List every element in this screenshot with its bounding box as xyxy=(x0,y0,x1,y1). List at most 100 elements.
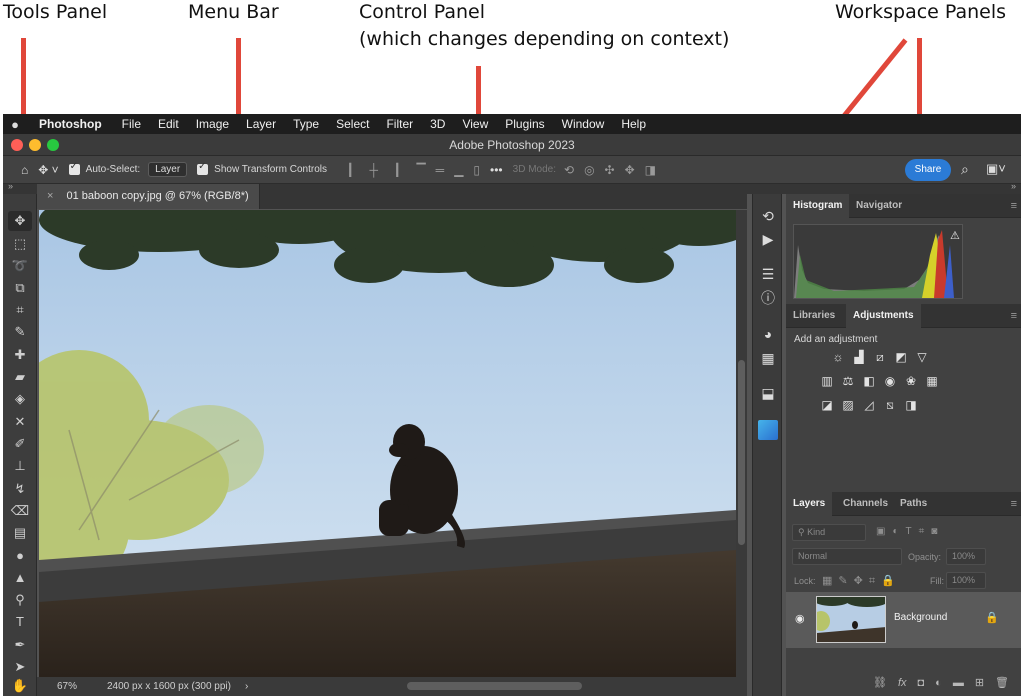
actions-panel-icon[interactable]: ▶ xyxy=(758,229,778,249)
exposure-icon[interactable]: ◩ xyxy=(893,350,909,364)
home-icon[interactable]: ⌂ xyxy=(21,163,28,177)
type-tool-icon[interactable]: T xyxy=(8,612,32,632)
channel-mixer-icon[interactable]: ❀ xyxy=(903,374,919,388)
gradient-tool-icon[interactable]: ▤ xyxy=(8,523,32,543)
menu-layer[interactable]: Layer xyxy=(246,114,276,134)
tab-layers[interactable]: Layers xyxy=(786,492,833,516)
character-panel-icon[interactable]: ⬓ xyxy=(758,383,778,403)
more-options-icon[interactable]: ••• xyxy=(490,163,503,177)
properties-panel-icon[interactable]: ☰ xyxy=(758,264,778,284)
workspace-switcher-icon[interactable]: ▣˅ xyxy=(986,161,1006,177)
menu-file[interactable]: File xyxy=(122,114,141,134)
3d-roll-icon[interactable]: ◎ xyxy=(584,163,594,177)
patch-tool-icon[interactable]: ◈ xyxy=(8,389,32,409)
swatches-panel-icon[interactable]: ▦ xyxy=(758,348,778,368)
spot-healing-tool-icon[interactable]: ✚ xyxy=(8,345,32,365)
fx-icon[interactable]: fx xyxy=(898,677,907,689)
expand-panels-icon[interactable]: » xyxy=(1011,181,1016,191)
tab-libraries[interactable]: Libraries xyxy=(786,304,842,328)
align-bottom-icon[interactable]: ▁ xyxy=(454,163,463,177)
align-left-icon[interactable]: ▕▏ xyxy=(341,163,359,177)
tab-channels[interactable]: Channels xyxy=(836,492,895,516)
menu-window[interactable]: Window xyxy=(562,114,605,134)
path-selection-tool-icon[interactable]: ➤ xyxy=(8,657,32,677)
3d-slide-icon[interactable]: ✥ xyxy=(625,163,635,177)
curves-icon[interactable]: ⧄ xyxy=(872,350,888,364)
panel-menu-icon[interactable]: ≡ xyxy=(1011,310,1017,322)
fill-field[interactable]: 100% xyxy=(946,572,986,589)
invert-icon[interactable]: ◪ xyxy=(819,398,835,412)
link-layers-icon[interactable]: ⛓ xyxy=(873,676,887,689)
auto-select-checkbox[interactable] xyxy=(68,161,80,175)
sharpen-tool-icon[interactable]: ▲ xyxy=(8,568,32,588)
content-aware-move-icon[interactable]: ✕ xyxy=(8,412,32,432)
lock-icons[interactable]: ▦✎✥⌗🔒 xyxy=(822,574,901,588)
color-panel-icon[interactable]: ◕ xyxy=(758,324,778,344)
layer-filter-icons[interactable]: ▣◐T⌗◙ xyxy=(876,526,944,537)
object-selection-tool-icon[interactable]: ⧉ xyxy=(8,278,32,298)
posterize-icon[interactable]: ▨ xyxy=(840,398,856,412)
menu-view[interactable]: View xyxy=(462,114,488,134)
align-center-icon[interactable]: ┼ xyxy=(369,163,378,177)
layer-kind-filter[interactable]: ⚲ Kind xyxy=(792,524,866,541)
adjustment-layer-icon[interactable]: ◐ xyxy=(935,677,942,689)
move-tool-icon[interactable]: ✥ xyxy=(8,211,32,231)
new-layer-icon[interactable]: ⊞ xyxy=(975,676,984,689)
vertical-scroll-thumb[interactable] xyxy=(738,360,745,545)
levels-icon[interactable]: ▟ xyxy=(851,350,867,364)
3d-orbit-icon[interactable]: ⟲ xyxy=(564,163,574,177)
menu-type[interactable]: Type xyxy=(293,114,319,134)
status-arrow-icon[interactable]: › xyxy=(245,677,248,696)
vertical-scrollbar[interactable] xyxy=(736,210,747,677)
menu-image[interactable]: Image xyxy=(196,114,229,134)
selective-color-icon[interactable]: ⧅ xyxy=(882,398,898,412)
horizontal-scroll-thumb[interactable] xyxy=(407,682,582,690)
eyedropper-tool-icon[interactable]: ✎ xyxy=(8,322,32,342)
eraser-tool-icon[interactable]: ⌫ xyxy=(8,501,32,521)
expand-tools-icon[interactable]: » xyxy=(8,181,13,191)
patterns-panel-icon[interactable] xyxy=(758,420,778,440)
share-button[interactable]: Share xyxy=(905,159,951,181)
panel-menu-icon[interactable]: ≡ xyxy=(1011,200,1017,212)
pen-tool-icon[interactable]: ✒ xyxy=(8,635,32,655)
opacity-field[interactable]: 100% xyxy=(946,548,986,565)
gradient-map-icon[interactable]: ◨ xyxy=(903,398,919,412)
document-tab[interactable]: × 01 baboon copy.jpg @ 67% (RGB/8*) xyxy=(37,184,260,209)
history-panel-icon[interactable]: ⟲ xyxy=(758,206,778,226)
menu-app-name[interactable]: Photoshop xyxy=(39,114,102,134)
blur-tool-icon[interactable]: ● xyxy=(8,546,32,566)
show-transform-checkbox[interactable] xyxy=(197,161,209,175)
blend-mode-dropdown[interactable]: Normal xyxy=(792,548,902,565)
menu-plugins[interactable]: Plugins xyxy=(505,114,544,134)
vibrance-icon[interactable]: ▽ xyxy=(914,350,930,364)
distribute-icon[interactable]: ▯ xyxy=(473,163,480,177)
dodge-tool-icon[interactable]: ⚲ xyxy=(8,590,32,610)
delete-layer-icon[interactable]: 🗑 xyxy=(995,676,1009,689)
move-tool-preset-icon[interactable]: ✥ ˅ xyxy=(38,163,58,177)
threshold-icon[interactable]: ◿ xyxy=(861,398,877,412)
align-middle-icon[interactable]: ═ xyxy=(436,163,445,177)
apple-icon[interactable]: ● xyxy=(3,117,27,132)
marquee-tool-icon[interactable]: ⬚ xyxy=(8,234,32,254)
healing-brush-icon[interactable]: ▰ xyxy=(8,367,32,387)
menu-edit[interactable]: Edit xyxy=(158,114,179,134)
tab-paths[interactable]: Paths xyxy=(893,492,934,516)
zoom-level[interactable]: 67% xyxy=(57,677,77,696)
brush-tool-icon[interactable]: ✐ xyxy=(8,434,32,454)
document-canvas[interactable] xyxy=(39,210,736,677)
menu-filter[interactable]: Filter xyxy=(386,114,413,134)
lasso-tool-icon[interactable]: ➰ xyxy=(8,256,32,276)
color-balance-icon[interactable]: ⚖ xyxy=(840,374,856,388)
layer-row-background[interactable]: ◉ Background 🔒 xyxy=(786,592,1021,648)
black-white-icon[interactable]: ◧ xyxy=(861,374,877,388)
info-panel-icon[interactable]: ⓘ xyxy=(758,288,778,308)
auto-select-dropdown[interactable]: Layer xyxy=(148,162,188,177)
search-icon[interactable]: ⌕ xyxy=(961,161,969,178)
photo-filter-icon[interactable]: ◉ xyxy=(882,374,898,388)
close-document-icon[interactable]: × xyxy=(47,190,53,202)
color-lookup-icon[interactable]: ▦ xyxy=(924,374,940,388)
tab-adjustments[interactable]: Adjustments xyxy=(846,304,921,328)
crop-tool-icon[interactable]: ⌗ xyxy=(8,300,32,320)
3d-pan-icon[interactable]: ✣ xyxy=(605,163,615,177)
clone-stamp-tool-icon[interactable]: ⊥ xyxy=(8,456,32,476)
